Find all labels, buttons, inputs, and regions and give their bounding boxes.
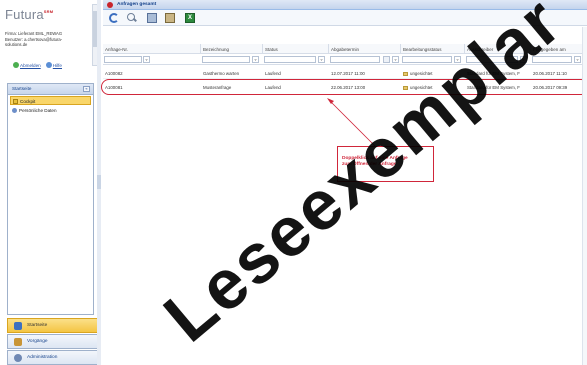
filter-cell: ▿ <box>103 54 201 65</box>
requests-icon <box>107 2 113 8</box>
cell-bearbeitungsstatus: ungesichtet <box>401 67 465 79</box>
filter-input[interactable] <box>264 56 316 63</box>
filter-cell: ▿ <box>263 54 329 65</box>
tab-startseite[interactable]: Startseite <box>7 318 100 333</box>
filter-cell: ▿ <box>401 54 465 65</box>
user-icon <box>12 108 17 113</box>
table-row[interactable]: A100081 Musteranfrage Laufend 22.06.2017… <box>101 79 587 95</box>
main-panel: Anfragen gesamt X Anfrage-Nr. Bezeichnun… <box>101 0 587 365</box>
filter-button[interactable]: ▿ <box>574 56 581 63</box>
filter-button[interactable]: ▿ <box>143 56 150 63</box>
home-icon <box>14 322 22 330</box>
tab-administration[interactable]: Administration <box>7 350 100 365</box>
calendar-icon[interactable] <box>383 56 390 63</box>
left-panel: FuturaSRM Firma: Lieferant EML_REWAG Ben… <box>0 0 101 365</box>
cockpit-icon <box>13 99 18 104</box>
splitter-grip[interactable] <box>97 175 101 189</box>
col-header-bezeichnung[interactable]: Bezeichnung <box>201 44 263 54</box>
cell-status: Laufend <box>265 71 281 76</box>
status-text: ungesichtet <box>410 85 433 90</box>
filter-cell: ▿ <box>465 54 531 65</box>
filter-button[interactable]: ▿ <box>252 56 259 63</box>
filter-input[interactable] <box>202 56 250 63</box>
cell-bezeichnung: Musteranfrage <box>203 85 232 90</box>
cell-freigegeben-am: 20.06.2017 09:39 <box>533 85 568 90</box>
cell-anfrage-nr: A100081 <box>105 85 123 90</box>
collapse-button[interactable]: « <box>83 86 90 92</box>
sidebar-item-label: Persönliche Daten <box>19 108 57 113</box>
filter-cell: ▿ <box>201 54 263 65</box>
tab-label: Administration <box>27 355 58 360</box>
filter-input[interactable] <box>104 56 142 63</box>
search-icon[interactable] <box>127 13 137 23</box>
grid-view-icon[interactable] <box>147 13 157 23</box>
help-link[interactable]: Hilfe <box>53 63 62 68</box>
main-titlebar: Anfragen gesamt <box>103 0 587 10</box>
sidebar-item-cockpit[interactable]: Cockpit <box>10 96 91 105</box>
col-header-abgabetermin[interactable]: Abgabetermin <box>329 44 401 54</box>
status-text: ungesichtet <box>410 71 433 76</box>
cell-anfrage-nr: A100082 <box>105 71 123 76</box>
tab-vorgaenge[interactable]: Vorgänge <box>7 334 100 349</box>
user-links: Abmelden Hilfe <box>13 62 62 68</box>
panel-splitter[interactable] <box>97 0 101 365</box>
startseite-panel: Startseite « Cockpit Persönliche Daten <box>7 83 94 315</box>
cell-bezeichnung: Gasthermo warten <box>203 71 240 76</box>
cell-abgabetermin: 12.07.2017 11:00 <box>331 71 365 76</box>
refresh-icon[interactable] <box>109 13 119 23</box>
logout-link[interactable]: Abmelden <box>20 63 41 68</box>
main-scrollbar[interactable] <box>582 27 587 365</box>
col-header-ausschreiber[interactable]: Ausschreiber <box>465 44 531 54</box>
envelope-icon <box>403 72 408 76</box>
cell-ausschreiber: Standard für EM System, F <box>467 71 520 76</box>
page-title: Anfragen gesamt <box>117 2 157 7</box>
col-header-status[interactable]: Status <box>263 44 329 54</box>
folder-icon <box>14 338 22 346</box>
filter-input[interactable] <box>402 56 452 63</box>
user-line: solutions.de <box>5 42 28 48</box>
filter-input[interactable] <box>532 56 572 63</box>
col-header-anfrage-nr[interactable]: Anfrage-Nr. <box>103 44 201 54</box>
cell-abgabetermin: 22.06.2017 13:00 <box>331 85 366 90</box>
filter-button[interactable]: ▿ <box>520 56 527 63</box>
filter-cell: ▿ <box>531 54 587 65</box>
col-header-bearbeitungsstatus[interactable]: Bearbeitungsstatus <box>401 44 465 54</box>
hint-callout: Doppelklick auf eine Anfrage zum Öffnen … <box>337 146 434 182</box>
logo-sup: SRM <box>43 9 54 14</box>
date-filter-input[interactable] <box>330 56 380 63</box>
tab-label: Vorgänge <box>27 339 48 344</box>
callout-line: zum Öffnen der Anfrage <box>342 162 397 167</box>
column-settings-icon[interactable] <box>165 13 175 23</box>
tab-label: Startseite <box>27 323 48 328</box>
help-icon <box>45 62 52 68</box>
col-header-freigegeben-am[interactable]: Freigegeben am <box>531 44 587 54</box>
filter-cell: ▿ <box>329 54 401 65</box>
user-info: Firma: Lieferant EML_REWAG Benutzer: a.c… <box>5 31 97 48</box>
panel-title: Startseite <box>12 86 32 91</box>
filter-button[interactable]: ▿ <box>454 56 461 63</box>
cell-bearbeitungsstatus: ungesichtet <box>401 81 465 93</box>
sidebar-item-personal-data[interactable]: Persönliche Daten <box>8 106 93 115</box>
excel-export-icon[interactable]: X <box>185 13 195 23</box>
admin-icon <box>14 354 22 362</box>
toolbar: X <box>103 10 587 26</box>
logout-icon <box>13 62 19 68</box>
envelope-icon <box>403 86 408 90</box>
sidebar-item-label: Cockpit <box>20 99 36 104</box>
table-row[interactable]: A100082 Gasthermo warten Laufend 12.07.2… <box>103 67 587 79</box>
app-logo: FuturaSRM <box>5 7 54 22</box>
cell-status: Laufend <box>265 85 281 90</box>
filter-button[interactable]: ▿ <box>392 56 399 63</box>
filter-input[interactable] <box>466 56 518 63</box>
filter-button[interactable]: ▿ <box>318 56 325 63</box>
cell-ausschreiber: Standard für EM System, F <box>467 85 520 90</box>
panel-header: Startseite « <box>8 84 93 95</box>
cell-freigegeben-am: 20.06.2017 11:10 <box>533 71 567 76</box>
